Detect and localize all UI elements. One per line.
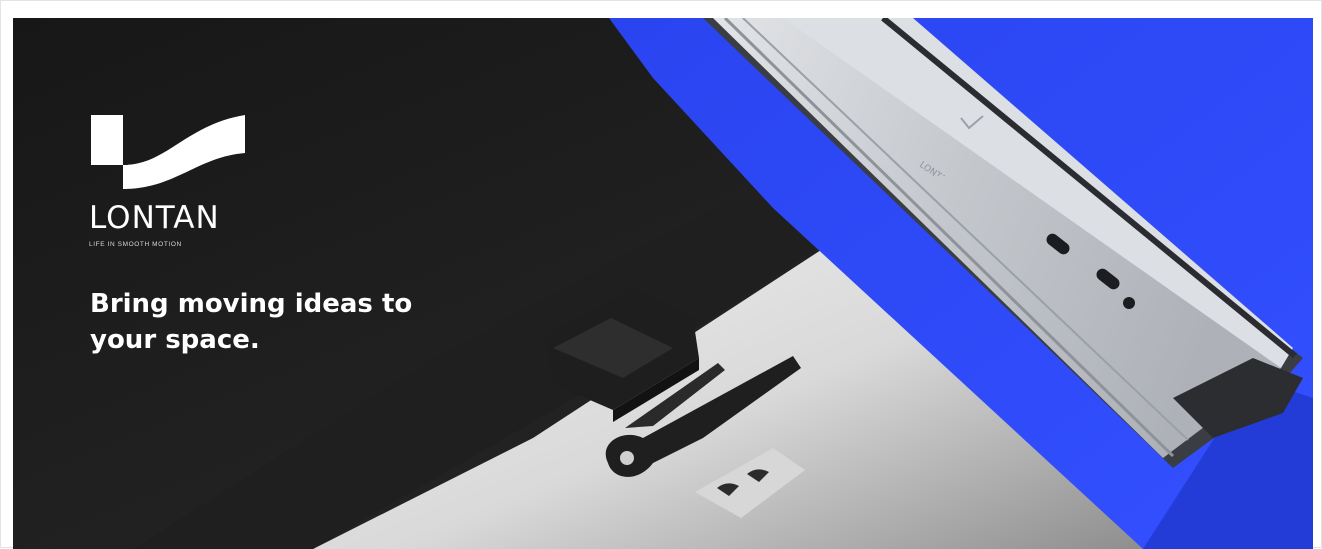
page-frame: LONTAN LIFE IN SMOOTH MOTION Bring movin…	[0, 0, 1322, 549]
rail-engraving: LONTAN	[919, 160, 953, 176]
hero-product-image	[13, 18, 1313, 549]
svg-text:LONTAN: LONTAN	[919, 160, 953, 176]
brand-block: LONTAN LIFE IN SMOOTH MOTION	[89, 113, 309, 248]
hero-banner[interactable]: LONTAN LIFE IN SMOOTH MOTION Bring movin…	[13, 18, 1313, 549]
brand-tagline: LIFE IN SMOOTH MOTION	[89, 241, 182, 248]
lontan-logo-icon	[91, 115, 245, 189]
hero-headline: Bring moving ideas to your space.	[90, 289, 413, 355]
brand-name: LONTAN	[89, 200, 220, 236]
